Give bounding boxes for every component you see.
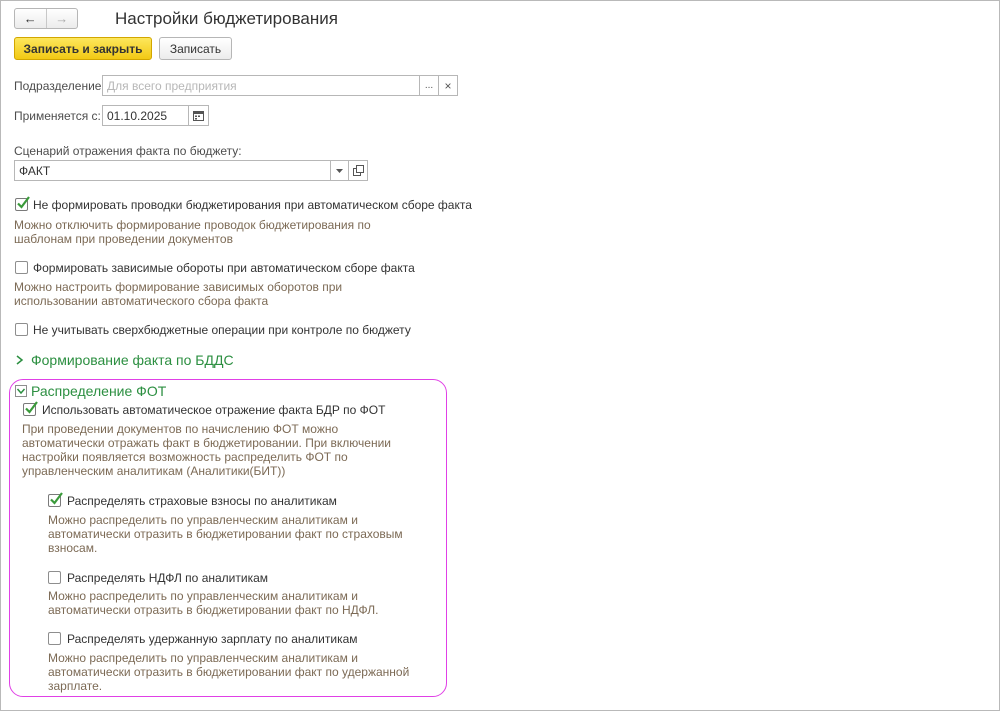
applies-from-label: Применяется с: bbox=[14, 109, 101, 123]
applies-from-value: 01.10.2025 bbox=[107, 108, 168, 123]
scenario-open-button[interactable] bbox=[349, 160, 368, 181]
calendar-icon bbox=[193, 111, 204, 121]
ellipsis-icon: ... bbox=[424, 80, 434, 91]
ndfl-hint: Можно распределить по управленческим ана… bbox=[48, 589, 378, 617]
hint-line: Можно распределить по управленческим ана… bbox=[48, 589, 358, 603]
hint-line: автоматически отразить в бюджетировании … bbox=[48, 665, 410, 679]
arrow-right-icon: → bbox=[55, 11, 69, 26]
hint-line: автоматически отразить в бюджетировании … bbox=[48, 527, 403, 541]
insurance-contributions-checkbox[interactable] bbox=[48, 492, 63, 507]
no-budget-postings-hint: Можно отключить формирование проводок бю… bbox=[14, 218, 371, 246]
arrow-left-icon: ← bbox=[23, 11, 37, 26]
withheld-salary-checkbox[interactable] bbox=[48, 632, 61, 645]
navigation-buttons: ← → bbox=[14, 8, 78, 29]
scenario-label: Сценарий отражения факта по бюджету: bbox=[14, 144, 242, 158]
auto-fot-reflection-hint: При проведении документов по начислению … bbox=[22, 422, 391, 478]
forward-button[interactable]: → bbox=[47, 9, 78, 28]
dependent-turnovers-hint: Можно настроить формирование зависимых о… bbox=[14, 280, 342, 308]
dependent-turnovers-checkbox[interactable] bbox=[15, 261, 28, 274]
ndfl-checkbox[interactable] bbox=[48, 571, 61, 584]
auto-fot-reflection-label[interactable]: Использовать автоматическое отражение фа… bbox=[42, 403, 385, 417]
hint-line: Можно распределить по управленческим ана… bbox=[48, 513, 358, 527]
date-picker-button[interactable] bbox=[189, 105, 209, 126]
save-button[interactable]: Записать bbox=[159, 37, 232, 60]
hint-line: При проведении документов по начислению … bbox=[22, 422, 339, 436]
hint-line: управленческим аналитикам (Аналитики(БИТ… bbox=[22, 464, 286, 478]
hint-line: настройки появляется возможность распред… bbox=[22, 450, 348, 464]
checkmark-icon bbox=[17, 196, 30, 209]
open-window-icon bbox=[352, 165, 364, 176]
hint-line: автоматически отразить в бюджетировании … bbox=[48, 603, 379, 617]
group-bdds-header[interactable]: Формирование факта по БДДС bbox=[15, 352, 234, 368]
ignore-overbudget-label[interactable]: Не учитывать сверхбюджетные операции при… bbox=[33, 323, 411, 337]
hint-line: взносам. bbox=[48, 541, 98, 555]
chevron-right-icon bbox=[16, 355, 24, 365]
ignore-overbudget-checkbox[interactable] bbox=[15, 323, 28, 336]
page-title: Настройки бюджетирования bbox=[115, 9, 338, 28]
subdivision-placeholder: Для всего предприятия bbox=[107, 78, 237, 93]
subdivision-input[interactable]: Для всего предприятия bbox=[102, 75, 420, 96]
scenario-dropdown-button[interactable] bbox=[331, 160, 349, 181]
scenario-input[interactable]: ФАКТ bbox=[14, 160, 331, 181]
withheld-salary-hint: Можно распределить по управленческим ана… bbox=[48, 651, 409, 693]
no-budget-postings-label[interactable]: Не формировать проводки бюджетирования п… bbox=[33, 198, 472, 212]
hint-line: автоматически отражать факт в бюджетиров… bbox=[22, 436, 392, 450]
insurance-contributions-label[interactable]: Распределять страховые взносы по аналити… bbox=[67, 494, 337, 508]
auto-fot-reflection-checkbox[interactable] bbox=[23, 401, 38, 416]
group-fot-title: Распределение ФОТ bbox=[31, 383, 167, 399]
checkmark-icon bbox=[50, 492, 63, 505]
ndfl-label[interactable]: Распределять НДФЛ по аналитикам bbox=[67, 571, 268, 585]
hint-line: шаблонам при проведении документов bbox=[14, 232, 233, 246]
save-and-close-button[interactable]: Записать и закрыть bbox=[14, 37, 152, 60]
subdivision-label: Подразделение: bbox=[14, 79, 105, 93]
group-bdds-title: Формирование факта по БДДС bbox=[31, 352, 234, 368]
group-fot-header[interactable]: Распределение ФОТ bbox=[15, 383, 166, 399]
hint-line: использовании автоматического сбора факт… bbox=[14, 294, 269, 308]
back-button[interactable]: ← bbox=[15, 9, 47, 28]
subdivision-clear-button[interactable]: × bbox=[439, 75, 458, 96]
checkmark-icon bbox=[25, 401, 38, 414]
withheld-salary-label[interactable]: Распределять удержанную зарплату по анал… bbox=[67, 632, 358, 646]
scenario-value: ФАКТ bbox=[19, 163, 51, 178]
applies-from-date-input[interactable]: 01.10.2025 bbox=[102, 105, 189, 126]
hint-line: Можно настроить формирование зависимых о… bbox=[14, 280, 343, 294]
no-budget-postings-checkbox[interactable] bbox=[15, 196, 30, 211]
hint-line: Можно распределить по управленческим ана… bbox=[48, 651, 358, 665]
dropdown-arrow-icon bbox=[336, 168, 343, 173]
dependent-turnovers-label[interactable]: Формировать зависимые обороты при автома… bbox=[33, 261, 415, 275]
hint-line: Можно отключить формирование проводок бю… bbox=[14, 218, 371, 232]
chevron-down-icon bbox=[15, 385, 27, 397]
clear-icon: × bbox=[444, 78, 452, 93]
hint-line: зарплате. bbox=[48, 679, 103, 693]
insurance-contributions-hint: Можно распределить по управленческим ана… bbox=[48, 513, 403, 555]
settings-window: ← → Настройки бюджетирования Записать и … bbox=[0, 0, 1000, 711]
subdivision-select-button[interactable]: ... bbox=[420, 75, 439, 96]
